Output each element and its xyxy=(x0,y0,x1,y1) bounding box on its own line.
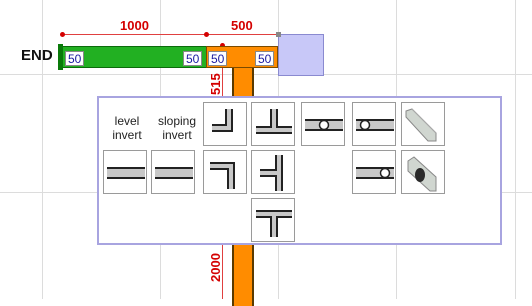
3d-pipe-socket-icon[interactable] xyxy=(401,150,445,194)
sloping-invert-label: sloping invert xyxy=(157,114,197,142)
dimension-label: 2000 xyxy=(208,253,223,282)
tee-down-icon[interactable] xyxy=(251,198,295,242)
dimension-label: 500 xyxy=(231,18,253,33)
3d-pipe-end-icon[interactable] xyxy=(401,102,445,146)
tee-left-icon[interactable] xyxy=(251,150,295,194)
dimension-label: 1000 xyxy=(120,18,149,33)
pipe-diameter-tag: 50 xyxy=(65,51,85,66)
grid-line xyxy=(0,74,532,75)
level-invert-label: level invert xyxy=(112,114,142,142)
pipe-diameter-tag: 50 xyxy=(183,51,203,66)
dimension-label: 515 xyxy=(208,73,223,95)
pipe-access-center-icon[interactable] xyxy=(301,102,345,146)
grid-line xyxy=(515,0,516,299)
dimension-point xyxy=(60,32,65,37)
bend-right-down-icon[interactable] xyxy=(203,150,247,194)
pipe-access-right-icon[interactable] xyxy=(352,150,396,194)
dimension-line xyxy=(62,34,278,35)
pipe-diameter-tag: 50 xyxy=(255,51,275,66)
pipe-diameter-tag: 50 xyxy=(208,51,228,66)
pipe-access-left-icon[interactable] xyxy=(352,102,396,146)
drawing-canvas[interactable]: 1000 500 515 2000 END 50 50 50 50 level … xyxy=(0,0,532,306)
tee-up-icon[interactable] xyxy=(251,102,295,146)
grid-line xyxy=(42,0,43,299)
sloping-invert-pipe-icon[interactable] xyxy=(151,150,195,194)
level-invert-pipe-icon[interactable] xyxy=(103,150,147,194)
dimension-point xyxy=(204,32,209,37)
fitting-palette: level invert sloping invert xyxy=(97,96,502,245)
bend-down-left-icon[interactable] xyxy=(203,102,247,146)
pipe-node[interactable] xyxy=(278,34,324,76)
node-handle[interactable] xyxy=(276,32,281,37)
pipe-end-cap[interactable] xyxy=(58,44,63,70)
end-label: END xyxy=(21,47,53,64)
